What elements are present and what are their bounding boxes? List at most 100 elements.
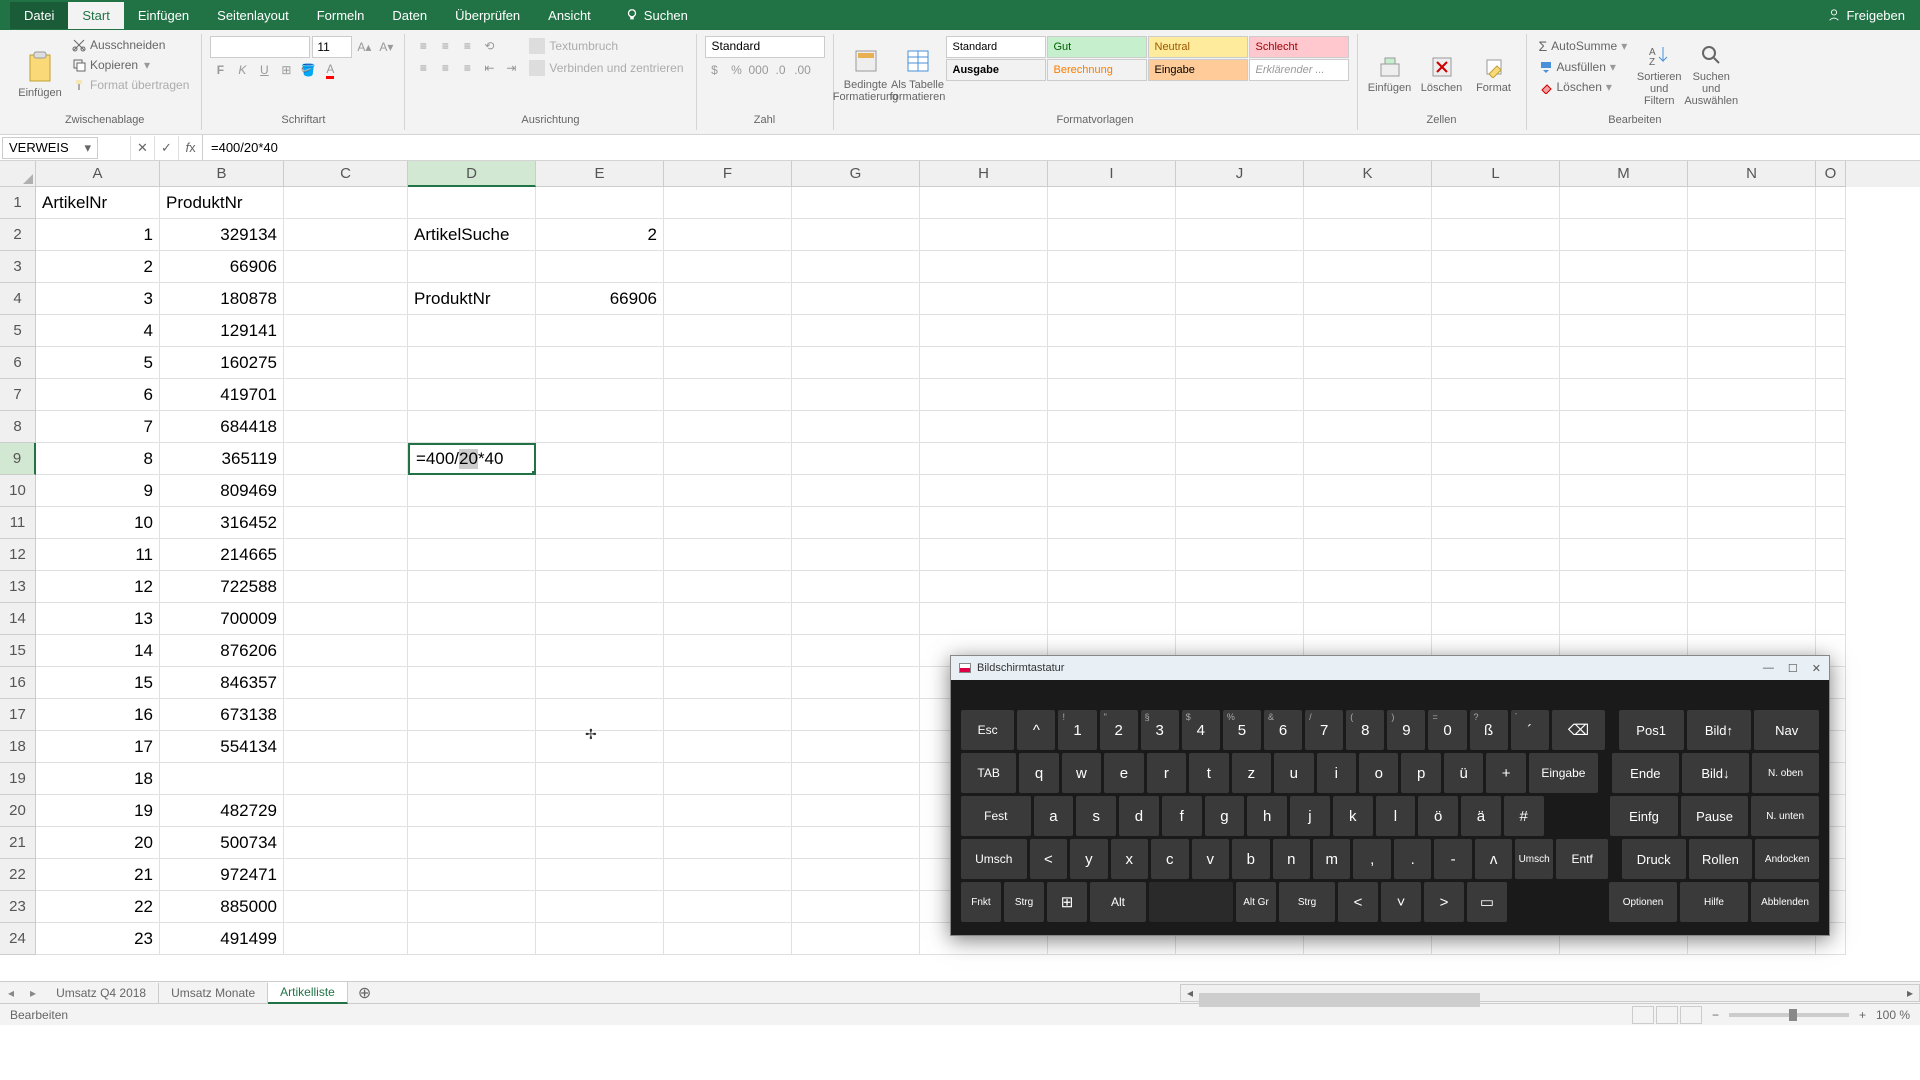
cell-B19[interactable] (160, 763, 284, 795)
osk-key-Umsch[interactable]: Umsch (1515, 839, 1552, 879)
cell-C10[interactable] (284, 475, 408, 507)
orientation-button[interactable]: ⟲ (479, 36, 499, 56)
cell-D1[interactable] (408, 187, 536, 219)
cell-D4[interactable]: ProduktNr (408, 283, 536, 315)
cell-A19[interactable]: 18 (36, 763, 160, 795)
cell-H9[interactable] (920, 443, 1048, 475)
cell-L5[interactable] (1432, 315, 1560, 347)
cell-C3[interactable] (284, 251, 408, 283)
style-eingabe[interactable]: Eingabe (1148, 59, 1248, 81)
osk-key-Fest[interactable]: Fest (961, 796, 1031, 836)
view-page-layout-button[interactable] (1656, 1006, 1678, 1024)
cell-B8[interactable]: 684418 (160, 411, 284, 443)
osk-key-p[interactable]: p (1401, 753, 1440, 793)
cell-N5[interactable] (1688, 315, 1816, 347)
cell-F18[interactable] (664, 731, 792, 763)
cell-B4[interactable]: 180878 (160, 283, 284, 315)
cell-D24[interactable] (408, 923, 536, 955)
cell-H11[interactable] (920, 507, 1048, 539)
italic-button[interactable]: K (232, 60, 252, 80)
cell-K4[interactable] (1304, 283, 1432, 315)
osk-key-Hilfe[interactable]: Hilfe (1680, 882, 1748, 922)
wrap-text-button[interactable]: Textumbruch (525, 36, 687, 56)
cell-G20[interactable] (792, 795, 920, 827)
osk-key-7[interactable]: /7 (1305, 710, 1343, 750)
cell-N11[interactable] (1688, 507, 1816, 539)
cell-M6[interactable] (1560, 347, 1688, 379)
cell-M7[interactable] (1560, 379, 1688, 411)
cell-B14[interactable]: 700009 (160, 603, 284, 635)
cell-E16[interactable] (536, 667, 664, 699)
cell-M9[interactable] (1560, 443, 1688, 475)
cell-E6[interactable] (536, 347, 664, 379)
conditional-formatting-button[interactable]: Bedingte Formatierung (842, 36, 890, 114)
osk-key-Pos1[interactable]: Pos1 (1619, 710, 1684, 750)
cell-C22[interactable] (284, 859, 408, 891)
align-left-button[interactable]: ≡ (413, 58, 433, 78)
cell-M5[interactable] (1560, 315, 1688, 347)
osk-key-sym[interactable]: ä (1461, 796, 1501, 836)
row-header-23[interactable]: 23 (0, 891, 36, 923)
osk-key-6[interactable]: &6 (1264, 710, 1302, 750)
osk-key-sym[interactable]: + (1486, 753, 1525, 793)
cell-B17[interactable]: 673138 (160, 699, 284, 731)
cell-L10[interactable] (1432, 475, 1560, 507)
cell-N10[interactable] (1688, 475, 1816, 507)
cell-L1[interactable] (1432, 187, 1560, 219)
cell-H2[interactable] (920, 219, 1048, 251)
style-gut[interactable]: Gut (1047, 36, 1147, 58)
cell-I4[interactable] (1048, 283, 1176, 315)
cell-K1[interactable] (1304, 187, 1432, 219)
row-header-19[interactable]: 19 (0, 763, 36, 795)
cell-E22[interactable] (536, 859, 664, 891)
cell-O11[interactable] (1816, 507, 1846, 539)
cell-C18[interactable] (284, 731, 408, 763)
row-header-15[interactable]: 15 (0, 635, 36, 667)
cell-C23[interactable] (284, 891, 408, 923)
cell-D11[interactable] (408, 507, 536, 539)
cell-A9[interactable]: 8 (36, 443, 160, 475)
percent-button[interactable]: % (727, 60, 747, 80)
cell-F5[interactable] (664, 315, 792, 347)
osk-maximize-button[interactable]: ☐ (1788, 662, 1798, 675)
cell-D17[interactable] (408, 699, 536, 731)
cell-O5[interactable] (1816, 315, 1846, 347)
cell-H10[interactable] (920, 475, 1048, 507)
cell-A13[interactable]: 12 (36, 571, 160, 603)
osk-key-Abblenden[interactable]: Abblenden (1751, 882, 1819, 922)
cancel-formula-button[interactable]: ✕ (130, 136, 154, 160)
osk-key-a[interactable]: a (1034, 796, 1074, 836)
cell-J12[interactable] (1176, 539, 1304, 571)
cell-M12[interactable] (1560, 539, 1688, 571)
row-header-13[interactable]: 13 (0, 571, 36, 603)
row-header-11[interactable]: 11 (0, 507, 36, 539)
cell-O1[interactable] (1816, 187, 1846, 219)
cell-B10[interactable]: 809469 (160, 475, 284, 507)
osk-key-t[interactable]: t (1189, 753, 1228, 793)
cell-J14[interactable] (1176, 603, 1304, 635)
cell-J11[interactable] (1176, 507, 1304, 539)
cell-E1[interactable] (536, 187, 664, 219)
osk-key-AltGr[interactable]: Alt Gr (1236, 882, 1276, 922)
cell-G12[interactable] (792, 539, 920, 571)
osk-key-c[interactable]: c (1151, 839, 1188, 879)
cell-D16[interactable] (408, 667, 536, 699)
cell-B9[interactable]: 365119 (160, 443, 284, 475)
view-page-break-button[interactable] (1680, 1006, 1702, 1024)
cell-E9[interactable] (536, 443, 664, 475)
decrease-indent-button[interactable]: ⇤ (479, 58, 499, 78)
cell-I3[interactable] (1048, 251, 1176, 283)
cell-H1[interactable] (920, 187, 1048, 219)
cell-J7[interactable] (1176, 379, 1304, 411)
cell-B7[interactable]: 419701 (160, 379, 284, 411)
cell-J3[interactable] (1176, 251, 1304, 283)
row-header-12[interactable]: 12 (0, 539, 36, 571)
horizontal-scrollbar[interactable]: ◂▸ (1180, 984, 1920, 1002)
col-header-C[interactable]: C (284, 161, 408, 187)
osk-key-Ende[interactable]: Ende (1612, 753, 1679, 793)
cell-C2[interactable] (284, 219, 408, 251)
cell-A4[interactable]: 3 (36, 283, 160, 315)
col-header-F[interactable]: F (664, 161, 792, 187)
share-button[interactable]: Freigeben (1827, 8, 1905, 23)
cell-H8[interactable] (920, 411, 1048, 443)
